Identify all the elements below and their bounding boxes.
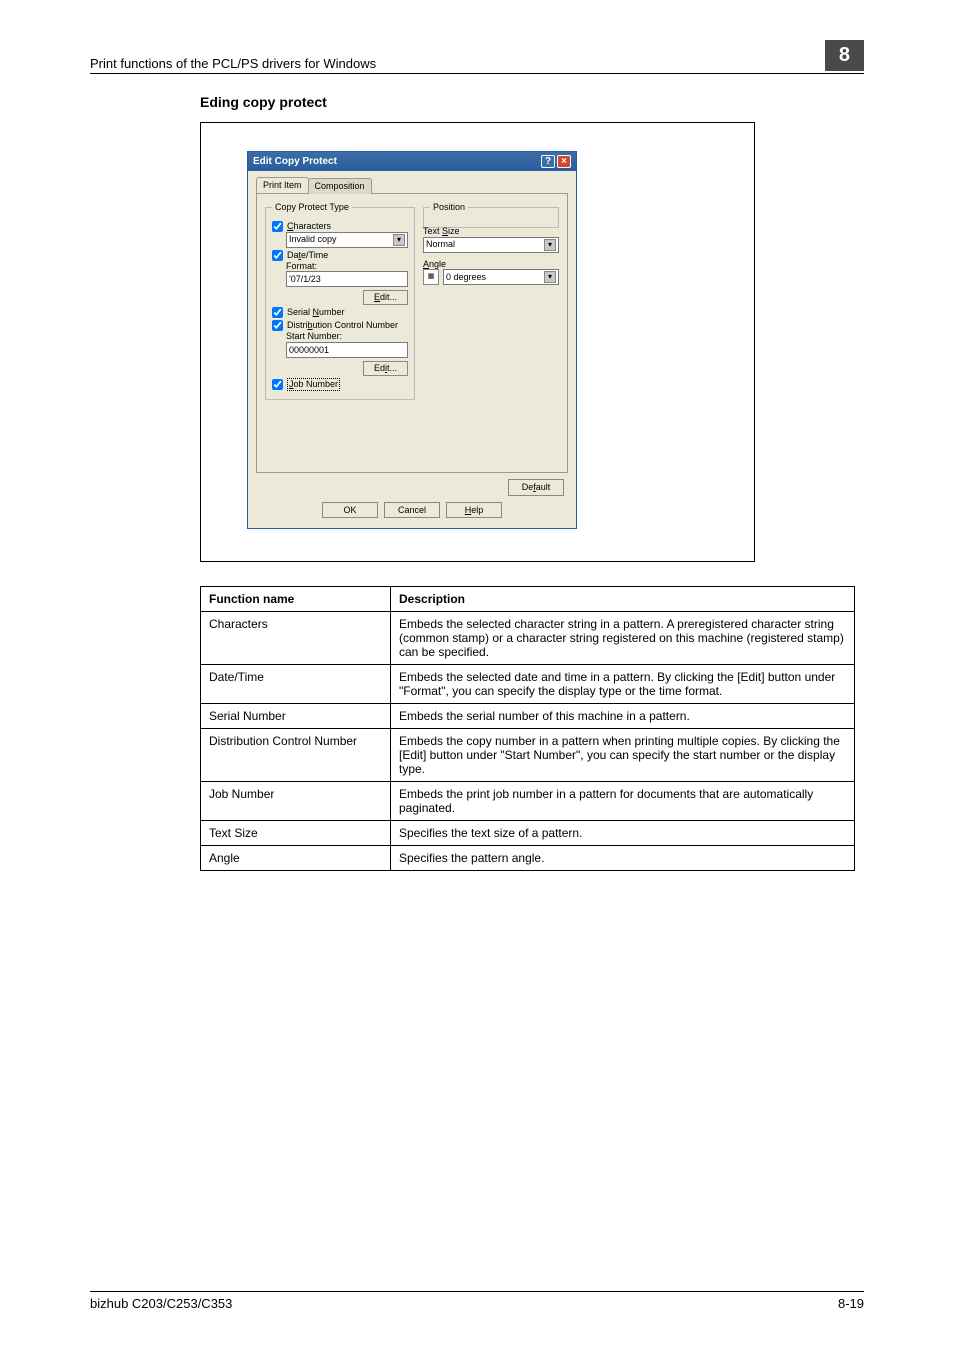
table-row: CharactersEmbeds the selected character … (201, 612, 855, 665)
table-row: Text SizeSpecifies the text size of a pa… (201, 821, 855, 846)
dialog-titlebar: Edit Copy Protect ? × (248, 152, 576, 171)
characters-select[interactable]: Invalid copy ▾ (286, 232, 408, 248)
format-label: Format: (286, 261, 408, 272)
function-table: Function name Description CharactersEmbe… (200, 586, 855, 871)
footer-model: bizhub C203/C253/C353 (90, 1296, 232, 1311)
help-button[interactable]: Help (446, 502, 502, 519)
characters-value: Invalid copy (289, 234, 337, 245)
chevron-down-icon: ▾ (544, 239, 556, 251)
format-field[interactable]: '07/1/23 (286, 271, 408, 287)
breadcrumb: Print functions of the PCL/PS drivers fo… (90, 56, 376, 71)
angle-label: Angle (423, 259, 559, 270)
close-icon[interactable]: × (557, 155, 571, 168)
distribution-label: Distribution Control Number (287, 320, 398, 331)
help-icon[interactable]: ? (541, 155, 555, 168)
table-row: AngleSpecifies the pattern angle. (201, 846, 855, 871)
table-header-desc: Description (391, 587, 855, 612)
distribution-edit-button[interactable]: Edit... (363, 361, 408, 376)
edit-copy-protect-dialog: Edit Copy Protect ? × Print Item Composi… (247, 151, 577, 529)
tab-print-item[interactable]: Print Item (256, 177, 309, 193)
ok-button[interactable]: OK (322, 502, 378, 519)
job-number-label: Job Number (287, 378, 340, 391)
characters-checkbox[interactable] (272, 221, 283, 232)
section-title: Eding copy protect (200, 94, 864, 110)
distribution-checkbox[interactable] (272, 320, 283, 331)
characters-label: Characters (287, 221, 331, 232)
table-row: Job NumberEmbeds the print job number in… (201, 782, 855, 821)
chapter-badge: 8 (825, 40, 864, 71)
table-row: Distribution Control NumberEmbeds the co… (201, 729, 855, 782)
position-group: Position (423, 202, 559, 228)
serial-label: Serial Number (287, 307, 345, 318)
table-header-name: Function name (201, 587, 391, 612)
format-value: '07/1/23 (289, 274, 321, 285)
chevron-down-icon: ▾ (544, 271, 556, 283)
start-number-value: 00000001 (289, 345, 329, 356)
table-row: Serial NumberEmbeds the serial number of… (201, 704, 855, 729)
table-row: Date/TimeEmbeds the selected date and ti… (201, 665, 855, 704)
text-size-value: Normal (426, 239, 455, 250)
footer-page: 8-19 (838, 1296, 864, 1311)
chevron-down-icon: ▾ (393, 234, 405, 246)
copy-protect-type-group: Copy Protect Type Characters Invalid cop… (265, 202, 415, 400)
copy-protect-type-legend: Copy Protect Type (272, 202, 352, 213)
serial-checkbox[interactable] (272, 307, 283, 318)
datetime-label: Date/Time (287, 250, 328, 261)
angle-select[interactable]: 0 degrees ▾ (443, 269, 559, 285)
datetime-checkbox[interactable] (272, 250, 283, 261)
text-size-select[interactable]: Normal ▾ (423, 237, 559, 253)
text-size-label: Text Size (423, 226, 559, 237)
tab-composition[interactable]: Composition (308, 178, 372, 194)
position-legend: Position (430, 202, 468, 213)
datetime-edit-button[interactable]: Edit... (363, 290, 408, 305)
angle-value: 0 degrees (446, 272, 486, 283)
default-button[interactable]: Default (508, 479, 564, 496)
job-number-checkbox[interactable] (272, 379, 283, 390)
start-number-label: Start Number: (286, 331, 408, 342)
dialog-title-text: Edit Copy Protect (253, 156, 337, 168)
angle-icon: ▦ (423, 269, 439, 285)
screenshot-container: Edit Copy Protect ? × Print Item Composi… (200, 122, 755, 562)
start-number-field[interactable]: 00000001 (286, 342, 408, 358)
cancel-button[interactable]: Cancel (384, 502, 440, 519)
